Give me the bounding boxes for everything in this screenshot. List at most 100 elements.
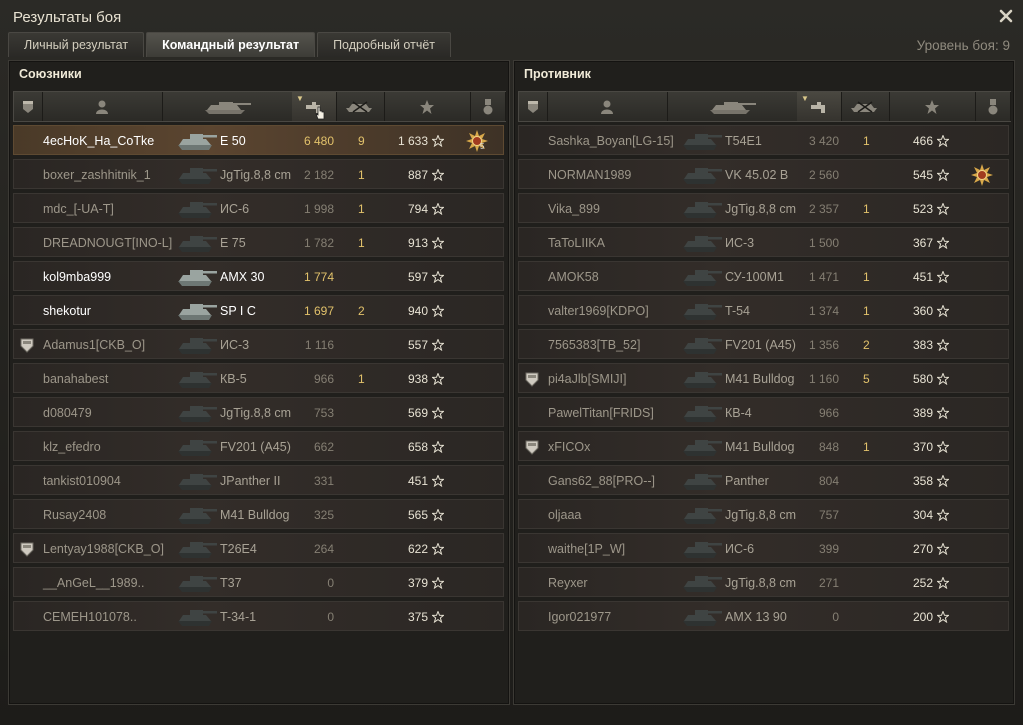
player-row[interactable]: Vika_899 JgTig.8,8 cm 2 357 1 523 (518, 193, 1009, 223)
medal-icon[interactable] (970, 163, 994, 192)
player-row[interactable]: __AnGeL__1989.. T37 0 379 (13, 567, 504, 597)
player-row[interactable]: banahabest КВ-5 966 1 938 (13, 363, 504, 393)
kills-value: 1 (358, 168, 365, 182)
enemies-header-medal-column[interactable] (975, 92, 1011, 121)
tank-name: КВ-4 (725, 406, 752, 420)
close-button[interactable] (998, 8, 1014, 24)
player-row[interactable]: kol9mba999 AMX 30 1 774 597 (13, 261, 504, 291)
damage-value: 966 (313, 372, 334, 386)
xp-value: 794 (407, 202, 428, 216)
player-row[interactable]: TaToLIIKA ИС-3 1 500 367 (518, 227, 1009, 257)
player-row[interactable]: waithe[1P_W] ИС-6 399 270 (518, 533, 1009, 563)
xp-value: 389 (912, 406, 933, 420)
player-name: CEMEH101078.. (43, 610, 137, 624)
player-row[interactable]: klz_efedro FV201 (A45) 662 658 (13, 431, 504, 461)
xp-star-icon (936, 372, 950, 386)
tank-icon (679, 537, 723, 566)
player-row[interactable]: PawelTitan[FRIDS] КВ-4 966 389 (518, 397, 1009, 427)
allies-header-kills-column[interactable] (336, 92, 385, 121)
allies-header-medal-column[interactable] (470, 92, 506, 121)
xp-value: 451 (407, 474, 428, 488)
player-row[interactable]: Adamus1[CKB_O] ИС-3 1 116 557 (13, 329, 504, 359)
xp-value: 597 (407, 270, 428, 284)
xp-value: 523 (912, 202, 933, 216)
xp-value: 940 (407, 304, 428, 318)
xp-star-icon (924, 99, 940, 115)
tank-name: СУ-100М1 (725, 270, 784, 284)
damage-value: 753 (313, 406, 334, 420)
xp-star-icon (936, 338, 950, 352)
allies-header-xp-star-column[interactable] (384, 92, 471, 121)
player-name: Lentyay1988[CKB_O] (43, 542, 164, 556)
player-row[interactable]: valter1969[KDPO] T-54 1 374 1 360 (518, 295, 1009, 325)
allies-header-damage-column[interactable]: ▼ (292, 92, 337, 121)
player-name: mdc_[-UA-T] (43, 202, 114, 216)
player-row[interactable]: AMOK58 СУ-100М1 1 471 1 451 (518, 261, 1009, 291)
player-name: oljaaa (548, 508, 582, 522)
tab-personal-result[interactable]: Личный результат (8, 32, 145, 57)
player-row[interactable]: Igor021977 AMX 13 90 0 200 (518, 601, 1009, 631)
player-name: 4ecHoK_Ha_CoTke (43, 134, 155, 148)
player-row[interactable]: pi4aJlb[SMIJI] M41 Bulldog 1 160 5 580 (518, 363, 1009, 393)
kills-value: 1 (863, 440, 870, 454)
player-row[interactable]: xFICOx M41 Bulldog 848 1 370 (518, 431, 1009, 461)
medal-icon[interactable] (465, 129, 489, 158)
tank-icon (174, 503, 218, 532)
player-icon (94, 99, 110, 115)
player-row[interactable]: Gans62_88[PRO--] Panther 804 358 (518, 465, 1009, 495)
enemies-header-player-column[interactable] (547, 92, 668, 121)
player-name: waithe[1P_W] (548, 542, 626, 556)
tank-name: JgTig.8,8 cm (725, 508, 797, 522)
enemies-panel: Противник ▼ Sashka_Boyan[LG-15] T54E1 3 42… (513, 60, 1015, 705)
xp-value: 200 (912, 610, 933, 624)
xp-value: 358 (912, 474, 933, 488)
player-row[interactable]: d080479 JgTig.8,8 cm 753 569 (13, 397, 504, 427)
xp-value: 375 (407, 610, 428, 624)
player-row[interactable]: CEMEH101078.. T-34-1 0 375 (13, 601, 504, 631)
enemies-header-tank-column[interactable] (667, 92, 798, 121)
player-row[interactable]: boxer_zashhitnik_1 JgTig.8,8 cm 2 182 1 887 (13, 159, 504, 189)
damage-value: 1 697 (303, 304, 334, 318)
allies-title: Союзники (19, 67, 82, 81)
player-row[interactable]: Lentyay1988[CKB_O] T26E4 264 622 (13, 533, 504, 563)
player-row[interactable]: shekotur SP I C 1 697 2 940 (13, 295, 504, 325)
player-row[interactable]: Sashka_Boyan[LG-15] T54E1 3 420 1 466 (518, 125, 1009, 155)
player-name: Igor021977 (548, 610, 612, 624)
player-row[interactable]: oljaaa JgTig.8,8 cm 757 304 (518, 499, 1009, 529)
kills-value: 1 (863, 304, 870, 318)
tank-icon (174, 265, 218, 294)
tank-name: AMX 30 (220, 270, 265, 284)
enemies-header-xp-star-column[interactable] (889, 92, 976, 121)
tab-detailed-report[interactable]: Подробный отчёт (317, 32, 452, 57)
tank-icon (174, 163, 218, 192)
player-name: __AnGeL__1989.. (43, 576, 145, 590)
sort-arrow-icon: ▼ (296, 94, 304, 103)
xp-star-icon (431, 338, 445, 352)
tank-icon (174, 537, 218, 566)
allies-header-tank-column[interactable] (162, 92, 293, 121)
damage-value: 1 774 (303, 270, 334, 284)
allies-header-player-column[interactable] (42, 92, 163, 121)
tab-team-result[interactable]: Командный результат (146, 32, 316, 57)
player-row[interactable]: 7565383[TB_52] FV201 (A45) 1 356 2 383 (518, 329, 1009, 359)
enemies-header-kills-column[interactable] (841, 92, 890, 121)
enemies-header-squad-column[interactable] (519, 92, 548, 121)
player-row[interactable]: Rusay2408 M41 Bulldog 325 565 (13, 499, 504, 529)
player-row[interactable]: 4ecHoK_Ha_CoTke E 50 6 480 9 1 633 5 (13, 125, 504, 155)
xp-value: 887 (407, 168, 428, 182)
allies-header-squad-column[interactable] (14, 92, 43, 121)
player-row[interactable]: mdc_[-UA-T] ИС-6 1 998 1 794 (13, 193, 504, 223)
xp-star-icon (936, 406, 950, 420)
player-row[interactable]: NORMAN1989 VK 45.02 B 2 560 545 (518, 159, 1009, 189)
enemies-header-damage-column[interactable]: ▼ (797, 92, 842, 121)
enemies-title: Противник (524, 67, 591, 81)
player-name: kol9mba999 (43, 270, 112, 284)
tank-icon (679, 469, 723, 498)
player-row[interactable]: tankist010904 JPanther II 331 451 (13, 465, 504, 495)
xp-star-icon (431, 236, 445, 250)
damage-value: 2 560 (808, 168, 839, 182)
medal-icon (986, 98, 1000, 116)
damage-value: 0 (832, 610, 839, 624)
player-row[interactable]: Reyxer JgTig.8,8 cm 271 252 (518, 567, 1009, 597)
player-row[interactable]: DREADNOUGT[INO-L] E 75 1 782 1 913 (13, 227, 504, 257)
